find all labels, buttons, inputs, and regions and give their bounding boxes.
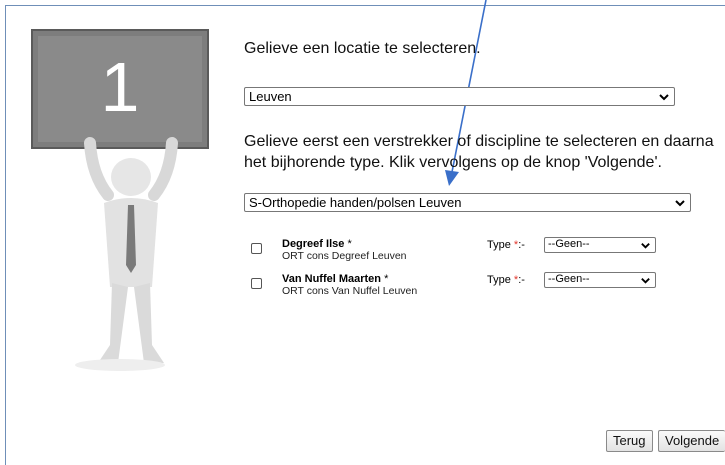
chevron-down-icon [641,243,650,249]
chevron-down-icon [675,200,685,207]
practitioner-checkbox-van-nuffel[interactable] [251,278,262,289]
location-select[interactable]: Leuven [244,87,675,106]
practitioner-name: Van Nuffel Maarten * [282,273,389,285]
practitioner-checkbox-degreef[interactable] [251,243,262,254]
practitioner-name: Degreef Ilse * [282,238,352,250]
discipline-select[interactable]: S-Orthopedie handen/polsen Leuven [244,193,691,212]
practitioner-subtitle: ORT cons Van Nuffel Leuven [282,285,418,297]
instructions-text: Gelieve eerst een verstrekker of discipl… [244,133,714,171]
type-select-degreef[interactable]: --Geen-- [544,237,656,253]
next-button[interactable]: Volgende [658,430,725,452]
step-illustration: 1 [20,25,220,385]
location-select-value: Leuven [249,89,292,104]
step-number: 1 [100,48,140,126]
chevron-down-icon [641,278,650,284]
page-title: Gelieve een locatie te selecteren. [244,40,481,57]
discipline-select-value: S-Orthopedie handen/polsen Leuven [249,195,462,210]
type-select-van-nuffel[interactable]: --Geen-- [544,272,656,288]
type-label: Type *:- [487,239,525,251]
back-button[interactable]: Terug [606,430,653,452]
type-label: Type *:- [487,274,525,286]
chevron-down-icon [659,94,669,101]
practitioner-subtitle: ORT cons Degreef Leuven [282,250,407,262]
